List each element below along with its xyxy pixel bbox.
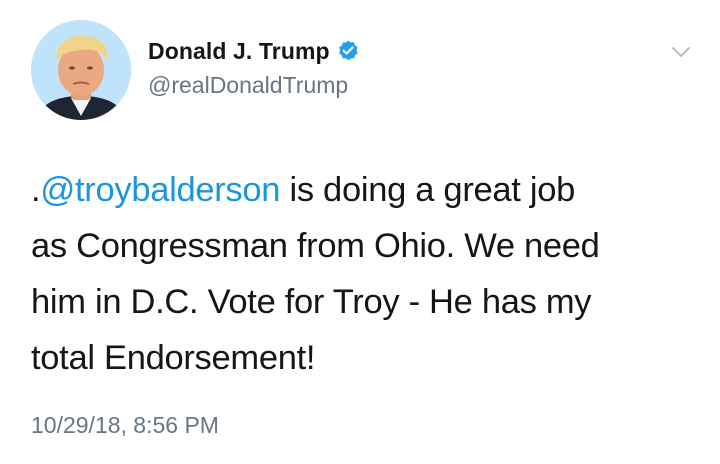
author-name-row: Donald J. Trump <box>148 36 360 66</box>
display-name[interactable]: Donald J. Trump <box>148 38 330 65</box>
tweet-line-1-rest: is doing a great job <box>280 171 575 209</box>
tweet-lead: . <box>31 171 41 209</box>
verified-badge-icon <box>336 39 360 63</box>
avatar-image <box>31 20 131 120</box>
tweet-card: Donald J. Trump @realDonaldTrump .@troyb… <box>0 0 720 464</box>
avatar[interactable] <box>31 20 131 120</box>
tweet-line-1: .@troybalderson is doing a great job <box>31 162 691 218</box>
mention-link[interactable]: @troybalderson <box>40 171 280 209</box>
tweet-timestamp[interactable]: 10/29/18, 8:56 PM <box>31 412 219 439</box>
tweet-text: .@troybalderson is doing a great job as … <box>31 162 691 386</box>
tweet-line-3: him in D.C. Vote for Troy - He has my <box>31 283 592 321</box>
user-handle[interactable]: @realDonaldTrump <box>148 72 348 99</box>
tweet-line-2: as Congressman from Ohio. We need <box>31 227 600 265</box>
tweet-line-4: total Endorsement! <box>31 339 316 377</box>
chevron-down-icon[interactable] <box>669 40 693 64</box>
